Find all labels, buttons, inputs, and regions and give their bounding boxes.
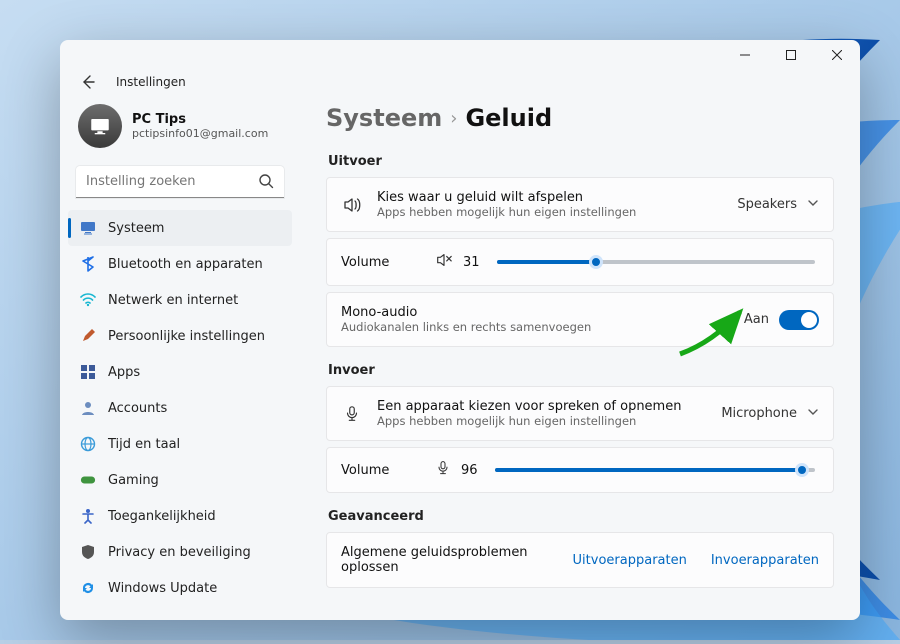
output-volume-slider[interactable]	[497, 260, 815, 264]
sidebar-item-label: Bluetooth en apparaten	[108, 257, 263, 272]
sidebar-item-label: Systeem	[108, 221, 164, 236]
mono-audio-state: Aan	[744, 312, 769, 327]
chevron-down-icon	[807, 197, 819, 213]
input-device-title: Een apparaat kiezen voor spreken of opne…	[377, 399, 707, 414]
update-icon	[80, 580, 96, 596]
sidebar-item-label: Netwerk en internet	[108, 293, 238, 308]
sidebar-item-brush[interactable]: Persoonlijke instellingen	[68, 318, 292, 354]
output-volume-value: 31	[463, 255, 483, 270]
maximize-button[interactable]	[768, 40, 814, 70]
troubleshoot-title: Algemene geluidsproblemen oplossen	[341, 545, 559, 575]
globe-icon	[80, 436, 96, 452]
sidebar-item-apps[interactable]: Apps	[68, 354, 292, 390]
section-advanced-heading: Geavanceerd	[328, 509, 832, 524]
gaming-icon	[80, 472, 96, 488]
speaker-icon	[341, 195, 363, 215]
microphone-icon	[341, 405, 363, 423]
output-volume-label: Volume	[341, 255, 421, 270]
troubleshoot-row: Algemene geluidsproblemen oplossen Uitvo…	[326, 532, 834, 588]
output-device-row[interactable]: Kies waar u geluid wilt afspelen Apps he…	[326, 177, 834, 232]
shield-icon	[80, 544, 96, 560]
account-icon	[80, 400, 96, 416]
access-icon	[80, 508, 96, 524]
section-input-heading: Invoer	[328, 363, 832, 378]
wifi-icon	[80, 292, 96, 308]
sidebar-item-label: Privacy en beveiliging	[108, 545, 251, 560]
mute-icon[interactable]	[435, 251, 453, 273]
settings-window: Instellingen PC Tips pctipsinfo01@gmail.…	[60, 40, 860, 620]
sidebar-item-label: Apps	[108, 365, 140, 380]
section-output-heading: Uitvoer	[328, 154, 832, 169]
troubleshoot-output-link[interactable]: Uitvoerapparaten	[573, 553, 687, 568]
profile-name: PC Tips	[132, 112, 268, 127]
breadcrumb: Systeem › Geluid	[326, 100, 834, 146]
output-device-value: Speakers	[737, 197, 797, 212]
output-volume-row: Volume 31	[326, 238, 834, 286]
sidebar-item-globe[interactable]: Tijd en taal	[68, 426, 292, 462]
mono-audio-title: Mono-audio	[341, 305, 730, 320]
sidebar-item-monitor[interactable]: Systeem	[68, 210, 292, 246]
titlebar	[60, 40, 860, 70]
sidebar-item-bluetooth[interactable]: Bluetooth en apparaten	[68, 246, 292, 282]
minimize-button[interactable]	[722, 40, 768, 70]
mono-audio-row: Mono-audio Audiokanalen links en rechts …	[326, 292, 834, 347]
input-device-value: Microphone	[721, 406, 797, 421]
sidebar-item-label: Persoonlijke instellingen	[108, 329, 265, 344]
breadcrumb-parent[interactable]: Systeem	[326, 104, 442, 132]
troubleshoot-input-link[interactable]: Invoerapparaten	[711, 553, 819, 568]
input-volume-value: 96	[461, 463, 481, 478]
output-device-subtitle: Apps hebben mogelijk hun eigen instellin…	[377, 205, 723, 219]
input-device-row[interactable]: Een apparaat kiezen voor spreken of opne…	[326, 386, 834, 441]
sidebar-item-gaming[interactable]: Gaming	[68, 462, 292, 498]
chevron-right-icon: ›	[450, 108, 457, 129]
sidebar-item-account[interactable]: Accounts	[68, 390, 292, 426]
bluetooth-icon	[80, 256, 96, 272]
back-button[interactable]	[76, 70, 100, 94]
sidebar-item-access[interactable]: Toegankelijkheid	[68, 498, 292, 534]
breadcrumb-current: Geluid	[465, 104, 552, 132]
mono-audio-subtitle: Audiokanalen links en rechts samenvoegen	[341, 320, 730, 334]
monitor-icon	[80, 220, 96, 236]
mono-audio-toggle[interactable]	[779, 310, 819, 330]
sidebar: PC Tips pctipsinfo01@gmail.com Systeem Bl…	[60, 100, 300, 620]
main-content: Systeem › Geluid Uitvoer Kies waar u gel…	[300, 100, 860, 620]
sidebar-item-label: Windows Update	[108, 581, 217, 596]
chevron-down-icon	[807, 406, 819, 422]
sidebar-item-wifi[interactable]: Netwerk en internet	[68, 282, 292, 318]
app-title: Instellingen	[116, 75, 186, 89]
profile[interactable]: PC Tips pctipsinfo01@gmail.com	[68, 100, 292, 158]
input-volume-row: Volume 96	[326, 447, 834, 493]
avatar	[78, 104, 122, 148]
sidebar-item-label: Accounts	[108, 401, 167, 416]
search-icon	[258, 173, 274, 193]
profile-email: pctipsinfo01@gmail.com	[132, 127, 268, 140]
input-volume-label: Volume	[341, 463, 421, 478]
microphone-icon[interactable]	[435, 460, 451, 480]
sidebar-item-update[interactable]: Windows Update	[68, 570, 292, 606]
input-volume-slider[interactable]	[495, 468, 815, 472]
sidebar-item-shield[interactable]: Privacy en beveiliging	[68, 534, 292, 570]
output-device-title: Kies waar u geluid wilt afspelen	[377, 190, 723, 205]
sidebar-item-label: Toegankelijkheid	[108, 509, 216, 524]
brush-icon	[80, 328, 96, 344]
sidebar-item-label: Gaming	[108, 473, 159, 488]
close-button[interactable]	[814, 40, 860, 70]
input-device-subtitle: Apps hebben mogelijk hun eigen instellin…	[377, 414, 707, 428]
sidebar-item-label: Tijd en taal	[108, 437, 180, 452]
search-input[interactable]	[76, 166, 284, 198]
apps-icon	[80, 364, 96, 380]
